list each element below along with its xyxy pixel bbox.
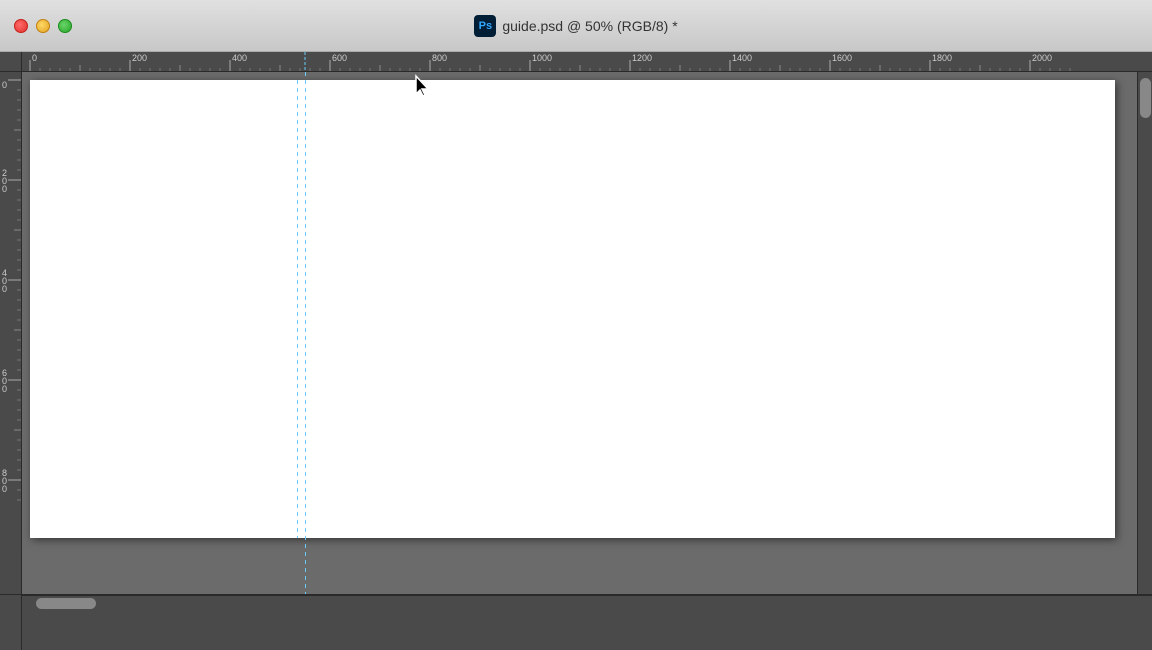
window-title-text: guide.psd @ 50% (RGB/8) * [502, 18, 677, 34]
svg-text:200: 200 [132, 53, 147, 63]
traffic-lights [14, 19, 72, 33]
svg-text:0: 0 [2, 384, 7, 394]
minimize-button[interactable] [36, 19, 50, 33]
svg-text:1200: 1200 [632, 53, 652, 63]
svg-text:0: 0 [2, 184, 7, 194]
scrollbar-vertical[interactable] [1137, 72, 1152, 594]
svg-text:0: 0 [2, 284, 7, 294]
ruler-horizontal: 0 200 400 600 800 1000 1200 1400 1600 1800 2000 [0, 52, 1152, 72]
svg-text:0: 0 [32, 53, 37, 63]
photoshop-icon: Ps [474, 15, 496, 37]
svg-text:800: 800 [432, 53, 447, 63]
scrollbar-h-thumb[interactable] [36, 598, 96, 609]
canvas-document[interactable] [30, 80, 1115, 538]
canvas-area[interactable] [22, 72, 1137, 594]
svg-text:1800: 1800 [932, 53, 952, 63]
content-row: 0200400600800 [0, 72, 1152, 594]
svg-text:1400: 1400 [732, 53, 752, 63]
ruler-v-svg: 0200400600800 [0, 72, 21, 594]
svg-text:1000: 1000 [532, 53, 552, 63]
ruler-corner [0, 52, 22, 71]
ruler-vertical: 0200400600800 [0, 72, 22, 594]
scrollbar-horizontal[interactable] [22, 595, 1152, 610]
bottom-ruler-corner [0, 595, 22, 650]
svg-text:0: 0 [2, 80, 7, 90]
ruler-h-track: 0 200 400 600 800 1000 1200 1400 1600 1800 2000 [22, 52, 1152, 71]
bottom-area [0, 594, 1152, 650]
maximize-button[interactable] [58, 19, 72, 33]
titlebar: Ps guide.psd @ 50% (RGB/8) * [0, 0, 1152, 52]
svg-text:1600: 1600 [832, 53, 852, 63]
window-title-group: Ps guide.psd @ 50% (RGB/8) * [474, 15, 677, 37]
svg-text:600: 600 [332, 53, 347, 63]
scrollbar-v-thumb[interactable] [1140, 78, 1151, 118]
svg-text:400: 400 [232, 53, 247, 63]
close-button[interactable] [14, 19, 28, 33]
main-area: 0 200 400 600 800 1000 1200 1400 1600 1800 2000 0 2… [0, 52, 1152, 650]
guide-line-vertical[interactable] [297, 80, 298, 538]
svg-text:0: 0 [2, 484, 7, 494]
svg-text:2000: 2000 [1032, 53, 1052, 63]
ruler-h-svg: 0 200 400 600 800 1000 1200 1400 1600 1800 2000 [22, 52, 1152, 71]
